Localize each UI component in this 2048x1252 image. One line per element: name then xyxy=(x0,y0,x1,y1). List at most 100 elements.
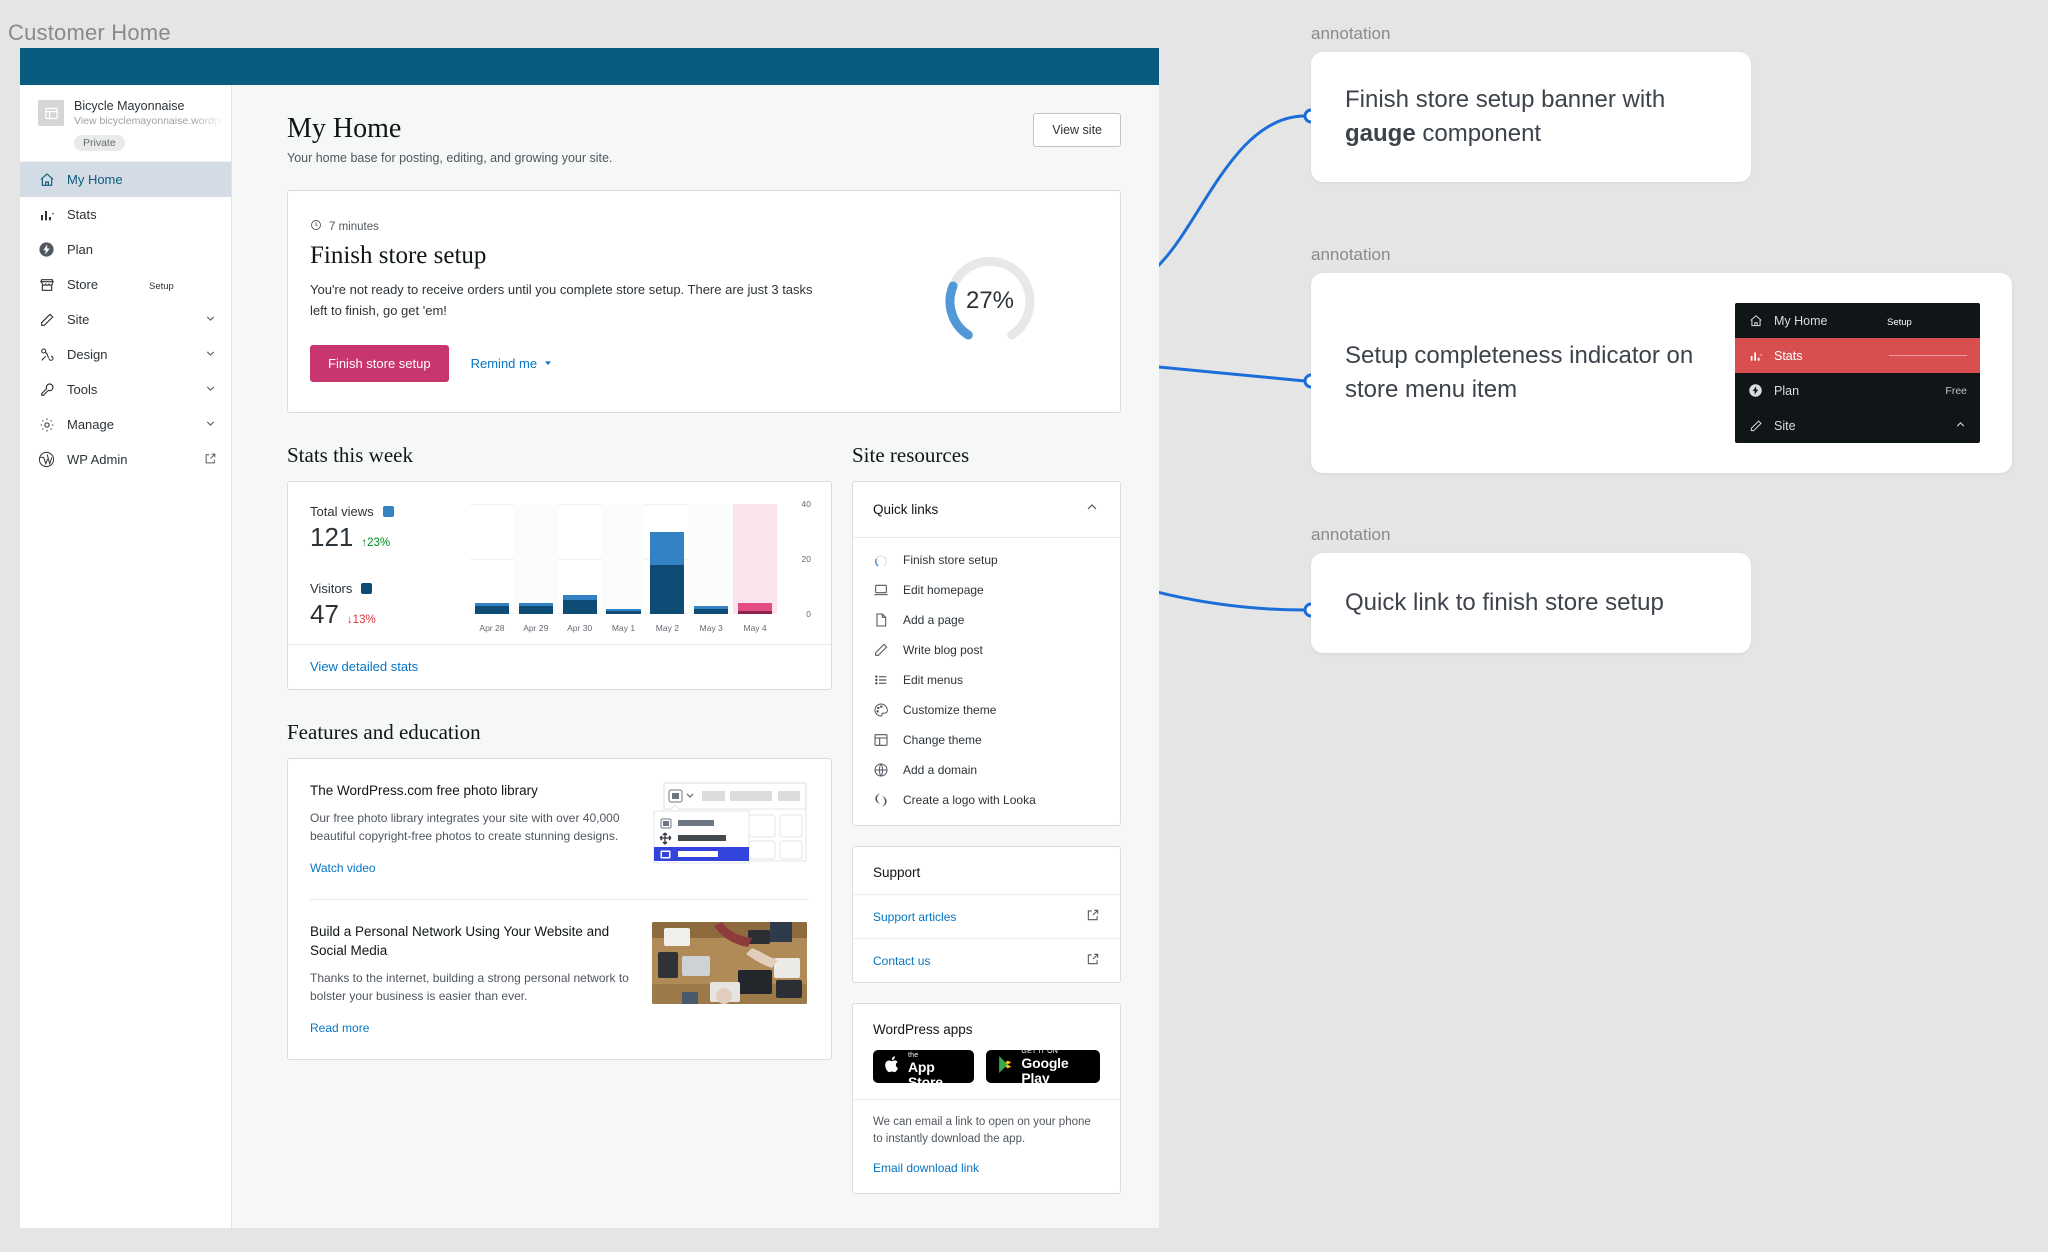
chart-x-tick: May 4 xyxy=(743,623,767,633)
gear-icon xyxy=(38,416,55,433)
mini-menu-label: Plan xyxy=(1774,383,1800,398)
chart-bar-column[interactable]: Apr 30 xyxy=(558,504,602,633)
sidebar-item-label: Tools xyxy=(67,382,98,397)
sidebar-item-label: My Home xyxy=(67,172,123,187)
chart-bar xyxy=(737,603,773,614)
mini-menu-item-stats[interactable]: Stats xyxy=(1735,338,1980,373)
chart-bar-column[interactable]: Apr 29 xyxy=(513,504,558,633)
sidebar-item-wp-admin[interactable]: WP Admin xyxy=(20,442,231,477)
finish-store-setup-banner: 7 minutes Finish store setup You're not … xyxy=(287,190,1121,413)
mini-sidebar-preview: My Home Setup Stats Plan Free Site xyxy=(1735,303,1980,443)
plan-bolt-icon xyxy=(38,241,55,258)
chevron-up-icon[interactable] xyxy=(1954,418,1967,434)
masterbar xyxy=(20,48,1159,85)
desk-collaboration-photo xyxy=(652,922,807,1004)
external-link-icon xyxy=(1086,908,1100,925)
legend-visitors: Visitors xyxy=(310,581,460,596)
sidebar-item-design[interactable]: Design xyxy=(20,337,231,372)
quick-links-list: Finish store setup Edit homepage Add a p… xyxy=(853,538,1120,825)
visitors-value: 47 xyxy=(310,599,339,629)
design-icon xyxy=(38,346,55,363)
read-more-link[interactable]: Read more xyxy=(310,1021,369,1035)
feature-title: The WordPress.com free photo library xyxy=(310,783,538,798)
quick-link-edit-menus[interactable]: Edit menus xyxy=(853,665,1120,695)
chart-bar xyxy=(694,605,729,614)
mini-menu-item-site[interactable]: Site xyxy=(1735,408,1980,443)
legend-total-views-value-row: 121 ↑23% xyxy=(310,522,460,553)
sidebar-item-store[interactable]: Store Setup xyxy=(20,267,231,302)
annotation-text: Quick link to finish store setup xyxy=(1345,589,1664,616)
support-articles-link[interactable]: Support articles xyxy=(853,894,1120,938)
sidebar-item-tools[interactable]: Tools xyxy=(20,372,231,407)
chart-x-tick: May 1 xyxy=(611,623,636,633)
sidebar-item-my-home[interactable]: My Home xyxy=(20,162,231,197)
mini-menu-label: Site xyxy=(1774,418,1796,433)
view-detailed-stats-link[interactable]: View detailed stats xyxy=(310,659,418,674)
email-download-link[interactable]: Email download link xyxy=(853,1148,1120,1193)
site-card[interactable]: Bicycle Mayonnaise View bicyclemayonnais… xyxy=(20,85,231,162)
chart-bar-column[interactable]: May 1 xyxy=(601,504,646,633)
chart-bar-column[interactable]: May 3 xyxy=(689,504,734,633)
chart-bar-column[interactable]: Apr 28 xyxy=(470,504,514,633)
sidebar-item-stats[interactable]: Stats xyxy=(20,197,231,232)
chart-bar-visitors xyxy=(606,611,641,614)
finish-store-setup-button[interactable]: Finish store setup xyxy=(310,345,449,382)
home-icon xyxy=(38,171,55,188)
legend-swatch-visitors xyxy=(361,583,373,594)
chart-plot-area: Apr 28 Apr 29 Apr 30 May 1 May 2 May 3 May 4 xyxy=(470,504,778,633)
chart-column-background xyxy=(689,504,734,614)
chevron-down-icon[interactable] xyxy=(204,312,217,328)
sidebar-item-label: Manage xyxy=(67,417,114,432)
chart-bar-column[interactable]: May 4 xyxy=(733,504,778,633)
sidebar-item-plan[interactable]: Plan xyxy=(20,232,231,267)
mini-menu-item-my-home[interactable]: My Home Setup xyxy=(1735,303,1980,338)
chart-bar xyxy=(562,594,597,614)
app-store-badge[interactable]: Download on the App Store xyxy=(873,1044,975,1089)
quick-links-header[interactable]: Quick links xyxy=(853,482,1120,538)
google-play-badge[interactable]: GET IT ON Google Play xyxy=(986,1048,1100,1086)
chart-bar-visitors xyxy=(737,611,773,614)
sidebar-item-label: Plan xyxy=(67,242,94,257)
sidebar-item-label: Store xyxy=(67,277,99,292)
chevron-up-icon[interactable] xyxy=(1084,499,1100,520)
apps-title: WordPress apps xyxy=(873,1022,973,1037)
quick-link-label: Edit homepage xyxy=(903,583,984,597)
chevron-down-icon[interactable] xyxy=(204,382,217,398)
watch-video-link[interactable]: Watch video xyxy=(310,861,376,875)
annotation-3: annotation Quick link to finish store se… xyxy=(1311,525,1751,653)
mini-menu-item-plan[interactable]: Plan Free xyxy=(1735,373,1980,408)
chevron-down-icon[interactable] xyxy=(204,417,217,433)
quick-link-add-a-page[interactable]: Add a page xyxy=(853,605,1120,635)
quick-link-create-a-logo-with-looka[interactable]: Create a logo with Looka xyxy=(853,785,1120,815)
view-site-button[interactable]: View site xyxy=(1033,113,1121,147)
quick-link-add-a-domain[interactable]: Add a domain xyxy=(853,755,1120,785)
store-setup-progress: Setup xyxy=(149,277,217,292)
remind-me-label: Remind me xyxy=(470,356,538,371)
quick-link-customize-theme[interactable]: Customize theme xyxy=(853,695,1120,725)
sidebar-item-site[interactable]: Site xyxy=(20,302,231,337)
remind-me-button[interactable]: Remind me xyxy=(471,356,553,371)
sidebar-item-manage[interactable]: Manage xyxy=(20,407,231,442)
quick-link-finish-store-setup[interactable]: Finish store setup xyxy=(853,545,1120,575)
external-link-icon[interactable] xyxy=(204,452,217,468)
chart-column-background xyxy=(601,504,646,614)
features-section-title: Features and education xyxy=(287,720,481,744)
chart-x-tick: May 3 xyxy=(699,623,723,633)
quick-link-edit-homepage[interactable]: Edit homepage xyxy=(853,575,1120,605)
feature-body: Thanks to the internet, building a stron… xyxy=(310,971,629,1003)
chart-bar-visitors xyxy=(518,605,553,614)
quick-link-write-blog-post[interactable]: Write blog post xyxy=(853,635,1120,665)
contact-us-link[interactable]: Contact us xyxy=(853,938,1120,982)
annotation-box: Quick link to finish store setup xyxy=(1311,553,1751,653)
annotation-tag: annotation xyxy=(1311,245,1391,264)
chart-bar-visitors xyxy=(562,600,597,614)
stats-card: Total views 121 ↑23% Visitors 47 ↓13% Ap… xyxy=(287,481,832,690)
sidebar: Bicycle Mayonnaise View bicyclemayonnais… xyxy=(20,85,232,1228)
chevron-down-icon[interactable] xyxy=(204,347,217,363)
annotation-box: Finish store setup banner with gauge com… xyxy=(1311,52,1751,182)
google-play-big-label: Google Play xyxy=(1021,1054,1069,1086)
chart-column-background xyxy=(513,504,558,614)
screenshot-stage: Customer Home Bicycle Mayonnaise View bi… xyxy=(0,0,2048,1252)
quick-link-change-theme[interactable]: Change theme xyxy=(853,725,1120,755)
chart-bar-column[interactable]: May 2 xyxy=(645,504,689,633)
